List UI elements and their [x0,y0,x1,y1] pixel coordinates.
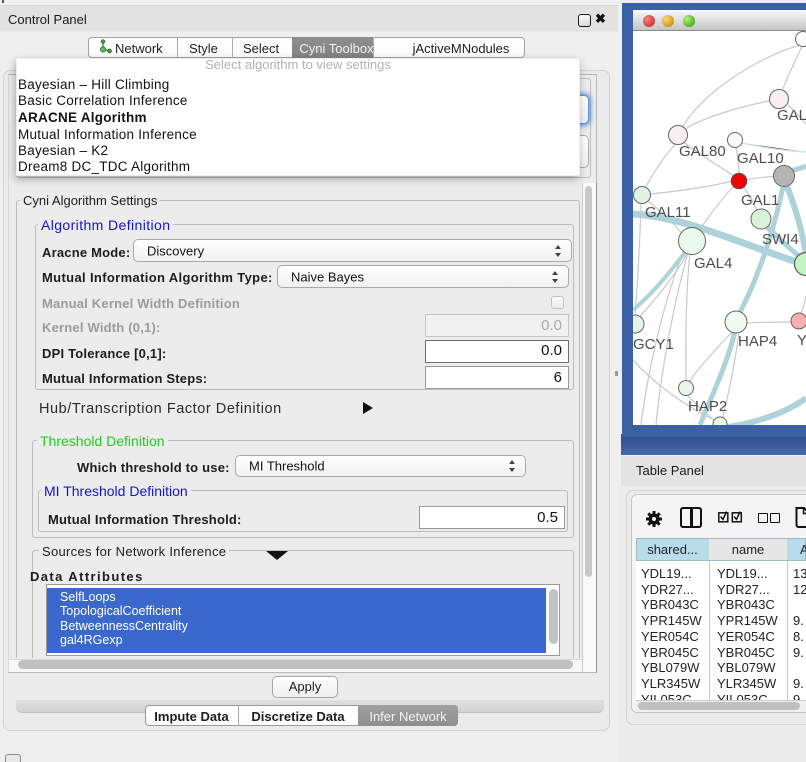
svg-text:HAP2: HAP2 [688,398,727,415]
svg-text:YM: YM [797,332,806,349]
svg-text:GAL4: GAL4 [694,255,732,272]
svg-text:SWI4: SWI4 [762,231,799,248]
svg-text:GAL11: GAL11 [645,204,691,221]
svg-text:GAL10: GAL10 [737,150,784,167]
svg-text:GAL1: GAL1 [741,192,779,209]
svg-text:GCY1: GCY1 [633,336,674,353]
svg-text:GAL80: GAL80 [679,143,726,160]
svg-text:HAP4: HAP4 [738,333,777,350]
svg-text:GAL7: GAL7 [777,107,806,124]
